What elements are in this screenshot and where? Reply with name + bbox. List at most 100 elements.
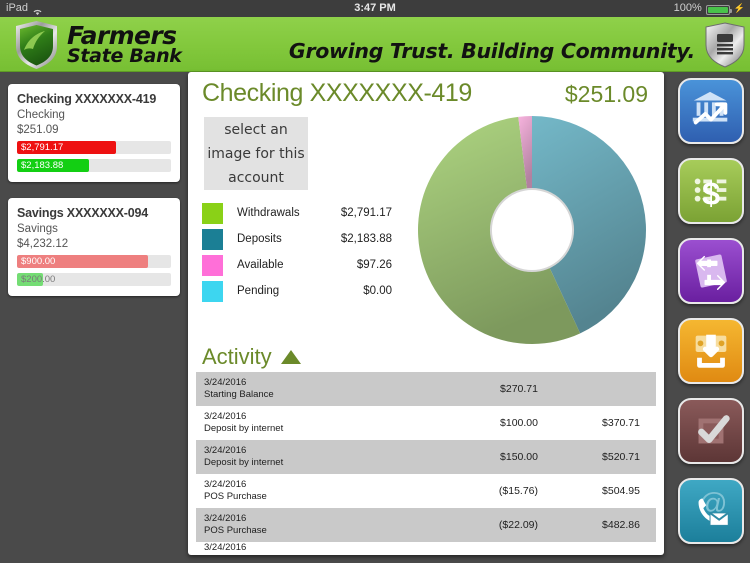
chart-legend: Withdrawals $2,791.17 Deposits $2,183.88… xyxy=(202,200,392,304)
brand-line-2: State Bank xyxy=(67,44,182,67)
donut-chart[interactable] xyxy=(416,114,648,346)
deposits-bar: $2,183.88 xyxy=(17,159,171,172)
activity-table: 3/24/2016 Starting Balance $270.71 3/24/201… xyxy=(196,372,656,555)
accounts-sidebar: Checking XXXXXXX-419 Checking $251.09 $2… xyxy=(0,72,188,563)
legend-swatch-available xyxy=(202,254,223,276)
withdrawals-bar: $2,791.17 xyxy=(17,141,171,154)
legend-swatch-pending xyxy=(202,280,223,302)
legend-label: Available xyxy=(237,259,284,271)
row-description: 3/24/2016 Starting Balance xyxy=(204,377,456,401)
row-balance: $504.95 xyxy=(602,485,640,497)
withdrawals-bar-label: $900.00 xyxy=(21,256,56,267)
row-date: 3/24/2016 xyxy=(204,411,247,422)
legend-value: $0.00 xyxy=(363,285,392,297)
legend-value: $2,183.88 xyxy=(340,233,392,245)
row-date: 3/24/2016 xyxy=(204,542,247,553)
brand-name: Farmers State Bank xyxy=(67,24,182,67)
row-amount: ($15.76) xyxy=(498,485,538,497)
page-title: Checking XXXXXXX-419 xyxy=(202,79,472,107)
account-detail-panel: Checking XXXXXXX-419 $251.09 select an i… xyxy=(188,72,664,555)
table-row[interactable]: 3/24/2016 POS Purchase ($15.76) $504.95 xyxy=(196,474,656,508)
table-row[interactable]: 3/24/2016 Deposit by internet $100.00 $370.… xyxy=(196,406,656,440)
legend-value: $97.26 xyxy=(356,259,392,271)
legend-item[interactable]: Pending $0.00 xyxy=(202,278,392,304)
row-date: 3/24/2016 xyxy=(204,377,247,388)
row-label: POS Purchase xyxy=(204,525,267,536)
select-image-button[interactable]: select an image for this account xyxy=(204,117,308,190)
status-bar: iPad 3:47 PM 100% ⚡ xyxy=(0,0,750,17)
account-title: Savings XXXXXXX-094 xyxy=(17,206,148,220)
account-card-checking[interactable]: Checking XXXXXXX-419 Checking $251.09 $2… xyxy=(8,84,180,182)
clock: 3:47 PM xyxy=(354,2,396,14)
brand-header: Farmers State Bank Growing Trust. Buildi… xyxy=(0,17,750,72)
charging-bolt-icon: ⚡ xyxy=(733,3,745,13)
account-type: Savings xyxy=(17,223,58,235)
row-amount: $100.00 xyxy=(500,417,538,429)
row-balance: $482.86 xyxy=(602,519,640,531)
legend-label: Withdrawals xyxy=(237,207,300,219)
bank-logo[interactable]: Farmers State Bank xyxy=(14,20,182,70)
row-amount: $270.71 xyxy=(500,383,538,395)
deposits-bar: $200.00 xyxy=(17,273,171,286)
status-bar-right: 100% ⚡ xyxy=(674,0,745,17)
account-balance: $4,232.12 xyxy=(17,238,69,250)
checkmark-box-icon xyxy=(698,415,730,444)
activity-title: Activity xyxy=(202,344,272,369)
table-row[interactable]: 3/24/2016 POS Purchase ($22.09) $482.86 xyxy=(196,508,656,542)
tagline: Growing Trust. Building Community. xyxy=(288,39,695,63)
ipad-screen: iPad 3:47 PM 100% ⚡ Farmers State Bank G… xyxy=(0,0,750,563)
legend-item[interactable]: Withdrawals $2,791.17 xyxy=(202,200,392,226)
legend-item[interactable]: Available $97.26 xyxy=(202,252,392,278)
row-balance: $370.71 xyxy=(602,417,640,429)
row-amount: ($22.09) xyxy=(498,519,538,531)
shield-lock-icon[interactable] xyxy=(704,22,746,69)
transfer-arrows-icon xyxy=(695,254,727,290)
donut-center xyxy=(489,187,575,273)
battery-charging-icon xyxy=(705,4,732,15)
panel-header: Checking XXXXXXX-419 $251.09 xyxy=(188,72,664,110)
contact-button[interactable]: @ xyxy=(678,478,744,544)
deposits-bar-label: $200.00 xyxy=(21,274,56,285)
row-description: 3/24/2016 Deposit by internet xyxy=(204,411,456,435)
transfers-button[interactable] xyxy=(678,238,744,304)
billpay-button[interactable]: $ xyxy=(678,158,744,224)
phone-mail-icon: @ xyxy=(698,488,729,526)
row-date: 3/24/2016 xyxy=(204,479,247,490)
shield-logo-icon xyxy=(14,20,59,70)
row-label: POS Purchase xyxy=(204,491,267,502)
deposit-money-icon xyxy=(695,334,727,368)
action-rail: $ @ xyxy=(664,72,750,563)
accounts-button[interactable] xyxy=(678,78,744,144)
row-amount: $150.00 xyxy=(500,451,538,463)
activity-header[interactable]: Activity xyxy=(202,344,301,370)
battery-percent: 100% xyxy=(673,2,702,14)
account-type: Checking xyxy=(17,109,65,121)
account-card-savings[interactable]: Savings XXXXXXX-094 Savings $4,232.12 $9… xyxy=(8,198,180,296)
legend-label: Pending xyxy=(237,285,280,297)
row-date: 3/24/2016 xyxy=(204,513,247,524)
table-row[interactable]: 3/24/2016 Deposit by internet $150.00 $520.… xyxy=(196,440,656,474)
table-row[interactable]: 3/24/2016 xyxy=(196,542,656,555)
deposit-button[interactable] xyxy=(678,318,744,384)
table-row[interactable]: 3/24/2016 Starting Balance $270.71 xyxy=(196,372,656,406)
row-date: 3/24/2016 xyxy=(204,445,247,456)
legend-item[interactable]: Deposits $2,183.88 xyxy=(202,226,392,252)
bank-chart-icon xyxy=(692,91,728,125)
account-balance: $251.09 xyxy=(17,124,59,136)
withdrawals-bar: $900.00 xyxy=(17,255,171,268)
deposits-bar-label: $2,183.88 xyxy=(21,160,64,171)
row-label: Deposit by internet xyxy=(204,423,284,434)
triangle-up-icon[interactable] xyxy=(280,350,301,364)
withdrawals-bar-label: $2,791.17 xyxy=(21,142,64,153)
row-label: Deposit by internet xyxy=(204,457,284,468)
legend-swatch-deposits xyxy=(202,228,223,250)
approvals-button[interactable] xyxy=(678,398,744,464)
legend-label: Deposits xyxy=(237,233,282,245)
row-description: 3/24/2016 Deposit by internet xyxy=(204,445,456,469)
row-description: 3/24/2016 POS Purchase xyxy=(204,479,456,503)
row-description: 3/24/2016 xyxy=(204,542,456,554)
row-balance: $520.71 xyxy=(602,451,640,463)
account-title: Checking XXXXXXX-419 xyxy=(17,92,157,106)
account-total-amount: $251.09 xyxy=(564,81,648,107)
legend-value: $2,791.17 xyxy=(340,207,392,219)
